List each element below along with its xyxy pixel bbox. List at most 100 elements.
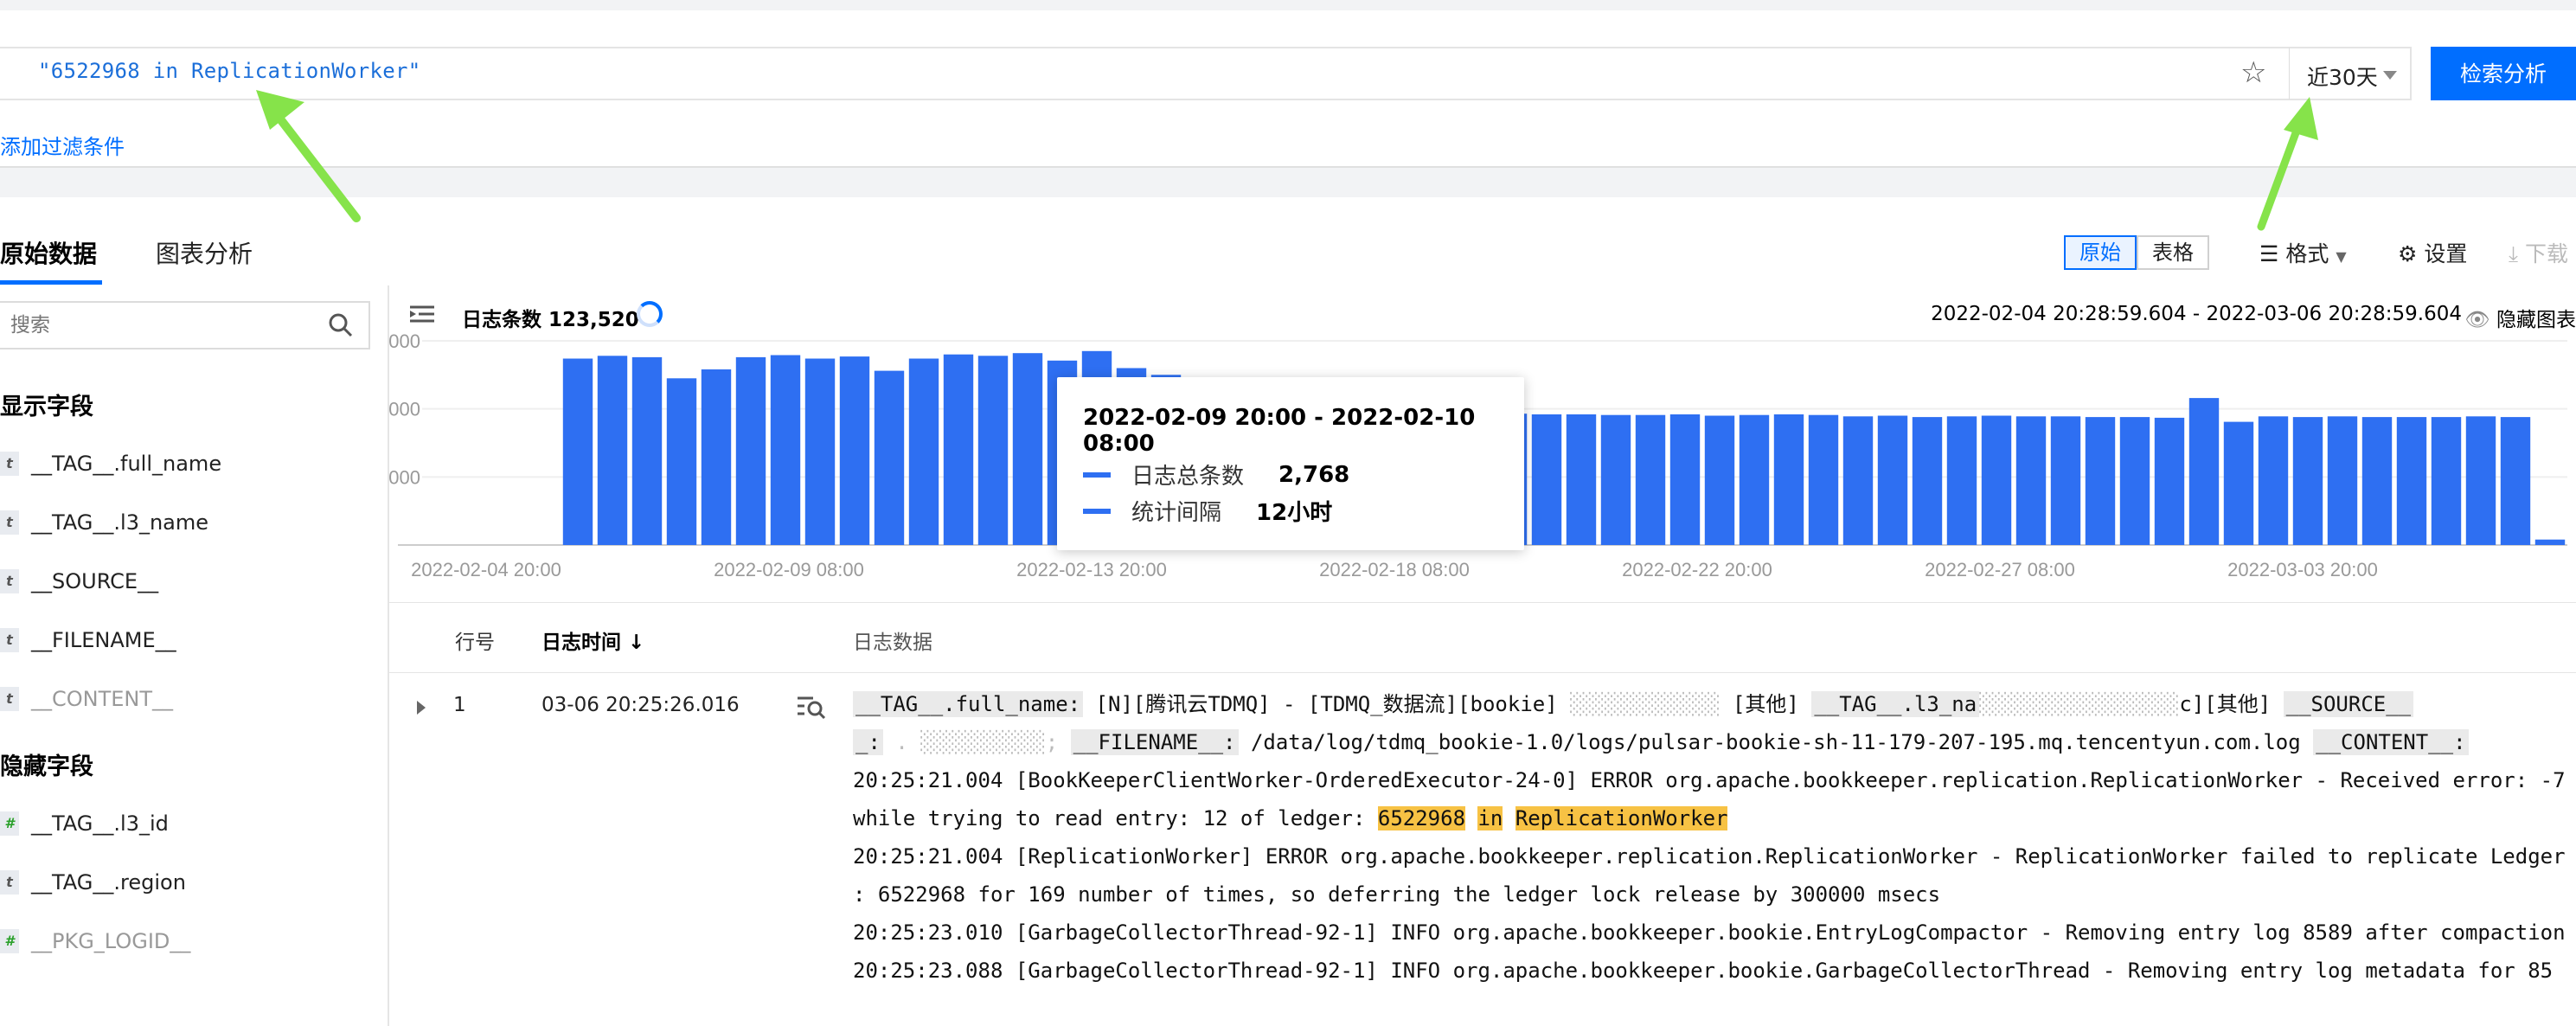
settings-button[interactable]: ⚙ 设置 <box>2398 237 2467 268</box>
bar[interactable] <box>1912 417 1943 545</box>
view-raw-button[interactable]: 原始 <box>2064 235 2137 270</box>
number-type-icon: # <box>0 811 19 836</box>
bar[interactable] <box>1877 415 1908 546</box>
bar[interactable] <box>2119 417 2150 545</box>
field-key[interactable]: __TAG__.l3_na <box>1811 691 1980 717</box>
x-tick-label: 2022-03-03 20:00 <box>2227 559 2378 580</box>
main-panel: 日志条数 123,520 2022-02-04 20:28:59.604 - 2… <box>389 285 2576 1026</box>
field-key[interactable]: __CONTENT__: <box>2313 729 2469 755</box>
bar[interactable] <box>2188 398 2220 545</box>
field-item[interactable]: t __SOURCE__ <box>0 564 158 599</box>
text-type-icon: t <box>0 569 19 593</box>
highlight: in <box>1477 806 1503 830</box>
field-item[interactable]: t __CONTENT__ <box>0 682 173 716</box>
gear-icon: ⚙ <box>2398 241 2418 266</box>
bar[interactable] <box>2292 417 2323 545</box>
bar[interactable] <box>1566 414 1597 545</box>
bar[interactable] <box>2258 416 2289 545</box>
bar[interactable] <box>2396 417 2427 545</box>
bar[interactable] <box>2327 416 2358 545</box>
field-item[interactable]: t __FILENAME__ <box>0 623 176 657</box>
masked-value: . ░░░░░░░░░░; <box>895 730 1059 754</box>
bar[interactable] <box>770 355 801 546</box>
bar[interactable] <box>1773 414 1804 545</box>
bar[interactable] <box>2223 421 2254 545</box>
caret-down-icon: ▼ <box>2336 248 2347 265</box>
bar[interactable] <box>2431 417 2462 545</box>
download-button[interactable]: ⤓ 下载 <box>2509 237 2568 268</box>
masked-value: ░░░░░░░░░░░░░░░░ <box>1979 692 2180 716</box>
field-item[interactable]: t __TAG__.l3_name <box>0 505 208 540</box>
star-icon[interactable]: ☆ <box>2240 55 2266 90</box>
bar[interactable] <box>2500 417 2531 545</box>
tab-raw-data[interactable]: 原始数据 <box>0 235 97 270</box>
bar[interactable] <box>804 358 836 546</box>
context-search-icon[interactable] <box>796 694 827 720</box>
field-name: __FILENAME__ <box>31 628 176 652</box>
expand-row-icon[interactable] <box>417 701 426 715</box>
bar[interactable] <box>908 358 939 546</box>
format-menu[interactable]: ☰ 格式 ▼ <box>2259 237 2347 268</box>
chart-tooltip: 2022-02-09 20:00 - 2022-02-10 08:00 日志总条… <box>1057 377 1524 550</box>
bar[interactable] <box>1012 353 1043 545</box>
field-name: __SOURCE__ <box>31 569 159 593</box>
search-icon[interactable] <box>327 311 355 339</box>
x-tick-label: 2022-02-13 20:00 <box>1016 559 1167 580</box>
row-time: 03-06 20:25:26.016 <box>541 694 740 716</box>
field-key-fragment[interactable]: _: <box>853 729 883 755</box>
bar[interactable] <box>1531 414 1562 545</box>
field-item[interactable]: t __TAG__.region <box>0 865 186 900</box>
bar[interactable] <box>1669 414 1701 545</box>
section-gap <box>0 166 2576 199</box>
field-search-input[interactable] <box>9 313 315 337</box>
list-icon: ☰ <box>2259 241 2279 266</box>
tooltip-row-count: 日志总条数 2,768 <box>1083 458 1349 491</box>
hide-chart-button[interactable]: 👁 隐藏图表 <box>2464 303 2576 332</box>
field-value: [N][腾讯云TDMQ] - [TDMQ_数据流][bookie] <box>1095 692 1558 716</box>
bar[interactable] <box>874 370 905 545</box>
bar[interactable] <box>1808 414 1839 545</box>
x-tick-label: 2022-02-27 08:00 <box>1925 559 2075 580</box>
view-table-button[interactable]: 表格 <box>2137 235 2209 270</box>
header-row-number: 行号 <box>455 632 495 654</box>
bar[interactable] <box>839 356 870 545</box>
field-key[interactable]: __TAG__.full_name: <box>853 691 1084 717</box>
bar[interactable] <box>735 356 766 545</box>
settings-label: 设置 <box>2424 241 2468 266</box>
field-item[interactable]: # __TAG__.l3_id <box>0 806 169 841</box>
query-text[interactable]: "6522968 in ReplicationWorker" <box>38 59 420 83</box>
bar[interactable] <box>2361 417 2393 545</box>
tab-chart-analysis[interactable]: 图表分析 <box>156 235 253 270</box>
bar[interactable] <box>2050 416 2081 545</box>
bar[interactable] <box>1842 416 1874 545</box>
x-tick-label: 2022-02-04 20:00 <box>411 559 561 580</box>
bar[interactable] <box>1946 416 1977 545</box>
bar[interactable] <box>977 356 1009 545</box>
bar[interactable] <box>943 354 974 545</box>
bar[interactable] <box>562 358 593 546</box>
field-item[interactable]: t __TAG__.full_name <box>0 446 221 481</box>
bar[interactable] <box>631 356 663 545</box>
bar[interactable] <box>666 378 697 545</box>
field-key[interactable]: __FILENAME__: <box>1070 729 1239 755</box>
bar[interactable] <box>2534 539 2566 545</box>
field-key[interactable]: __SOURCE__ <box>2283 691 2414 717</box>
bar[interactable] <box>597 356 628 545</box>
bar[interactable] <box>1600 414 1631 545</box>
bar[interactable] <box>1981 415 2012 546</box>
bar[interactable] <box>2015 416 2047 545</box>
bar[interactable] <box>2154 417 2185 545</box>
collapse-icon[interactable] <box>410 305 436 324</box>
time-range-select[interactable]: 近30天 <box>2289 47 2412 100</box>
analyze-button[interactable]: 检索分析 <box>2431 47 2576 100</box>
bar[interactable] <box>1635 414 1666 545</box>
header-log-time[interactable]: 日志时间 ↓ <box>541 625 644 655</box>
field-item[interactable]: # __PKG_LOGID__ <box>0 924 190 959</box>
add-filter-link[interactable]: 添加过滤条件 <box>0 130 125 160</box>
bar[interactable] <box>2465 416 2496 545</box>
bar[interactable] <box>1739 414 1770 545</box>
bar[interactable] <box>1704 415 1735 546</box>
bar[interactable] <box>701 369 732 545</box>
field-value: c][其他] <box>2179 692 2272 716</box>
bar[interactable] <box>2085 417 2116 545</box>
